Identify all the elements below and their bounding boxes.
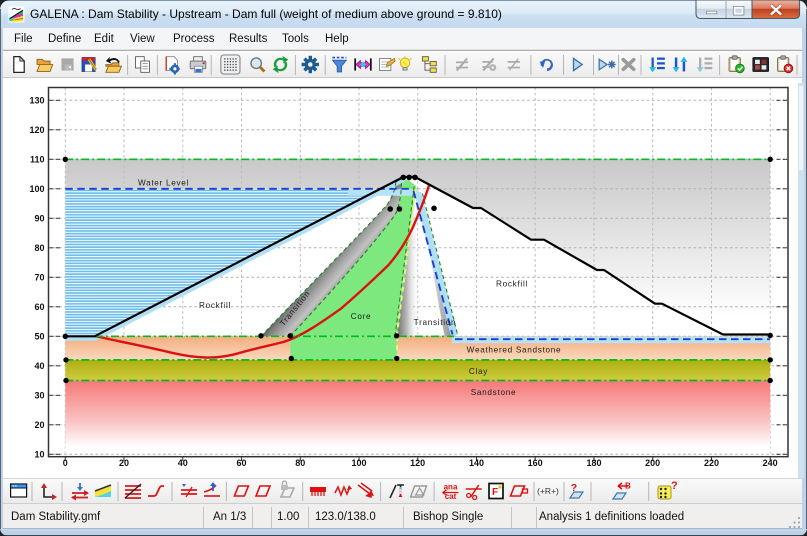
svg-text:200: 200: [645, 458, 660, 468]
svg-text:100: 100: [29, 184, 44, 194]
svg-text:70: 70: [34, 273, 44, 283]
svg-text:0: 0: [63, 458, 68, 468]
svg-text:B: B: [625, 482, 631, 491]
svg-text:Transition: Transition: [414, 318, 457, 327]
svg-text:Sandstone: Sandstone: [471, 388, 516, 397]
svg-text:130: 130: [29, 96, 44, 106]
svg-text:(+R+): (+R+): [537, 486, 559, 496]
svg-text:?: ?: [671, 480, 678, 492]
svg-text:Rockfill: Rockfill: [496, 280, 528, 289]
svg-text:60: 60: [236, 458, 246, 468]
svg-text:50: 50: [34, 332, 44, 342]
svg-text:120: 120: [410, 458, 425, 468]
svg-text:F: F: [492, 487, 498, 498]
svg-text:220: 220: [704, 458, 719, 468]
svg-text:80: 80: [34, 243, 44, 253]
svg-text:cat: cat: [445, 492, 457, 501]
svg-text:40: 40: [178, 458, 188, 468]
svg-text:100: 100: [351, 458, 366, 468]
svg-text:110: 110: [30, 155, 45, 165]
svg-text:140: 140: [469, 458, 484, 468]
svg-text:40: 40: [34, 361, 44, 371]
svg-text:Water Level: Water Level: [138, 179, 189, 188]
svg-text:Clay: Clay: [469, 367, 488, 376]
svg-text:30: 30: [34, 391, 44, 401]
svg-text:20: 20: [119, 458, 129, 468]
svg-text:Rockfill: Rockfill: [199, 301, 231, 310]
svg-text:80: 80: [295, 458, 305, 468]
svg-text:160: 160: [528, 458, 543, 468]
svg-text:10: 10: [34, 450, 44, 460]
svg-text:120: 120: [29, 125, 44, 135]
svg-text:60: 60: [34, 302, 44, 312]
svg-text:90: 90: [34, 214, 44, 224]
svg-text:180: 180: [586, 458, 601, 468]
svg-text:240: 240: [763, 458, 778, 468]
svg-text:20: 20: [34, 420, 44, 430]
svg-text:Core: Core: [351, 312, 372, 321]
svg-text:Weathered Sandstone: Weathered Sandstone: [467, 346, 562, 355]
